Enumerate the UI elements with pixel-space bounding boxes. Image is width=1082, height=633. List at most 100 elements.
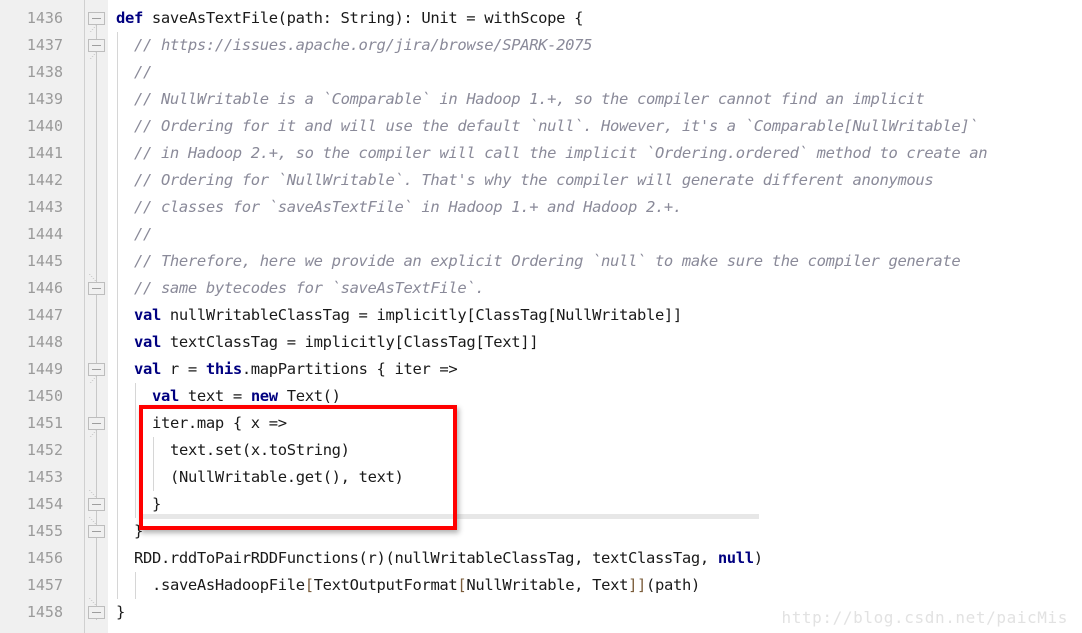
code-keyword: null: [717, 549, 754, 567]
code-text: .saveAsHadoopFile: [152, 576, 305, 594]
line-number: 1440: [26, 117, 63, 135]
line-number: 1439: [26, 90, 63, 108]
code-text: saveAsTextFile(path: String): Unit = wit…: [142, 9, 584, 27]
code-line[interactable]: RDD.rddToPairRDDFunctions(r)(nullWritabl…: [108, 545, 1082, 572]
indent-guide: [135, 572, 136, 599]
code-text: text =: [178, 387, 251, 405]
fold-marker-1436[interactable]: [88, 12, 105, 25]
line-number: 1458: [26, 603, 63, 621]
code-comment: //: [134, 63, 152, 81]
code-line[interactable]: val nullWritableClassTag = implicitly[Cl…: [108, 302, 1082, 329]
code-keyword: val: [134, 306, 161, 324]
fold-marker-1437[interactable]: [88, 39, 105, 52]
indent-guide: [117, 32, 118, 599]
code-text: NullWritable, Text: [466, 576, 629, 594]
line-number: 1449: [26, 360, 63, 378]
code-text: TextOutputFormat: [313, 576, 458, 594]
code-line[interactable]: // NullWritable is a `Comparable` in Had…: [108, 86, 1082, 113]
chevron-down-icon: [88, 430, 105, 438]
indent-guide: [135, 383, 136, 518]
code-keyword: val: [152, 387, 179, 405]
code-comment: // same bytecodes for `saveAsTextFile`.: [134, 279, 485, 297]
code-keyword: def: [116, 9, 143, 27]
chevron-down-icon: [88, 52, 105, 60]
code-comment: // Ordering for `NullWritable`. That's w…: [134, 171, 934, 189]
code-line[interactable]: // same bytecodes for `saveAsTextFile`.: [108, 275, 1082, 302]
fold-marker-1449[interactable]: [88, 363, 105, 376]
code-text: }: [116, 603, 125, 621]
watermark-text: http://blog.csdn.net/paicMis: [781, 608, 1068, 627]
code-line[interactable]: }: [108, 518, 1082, 545]
fold-marker-1446[interactable]: [88, 282, 105, 295]
code-line[interactable]: // Therefore, here we provide an explici…: [108, 248, 1082, 275]
code-text: iter.map { x =>: [152, 414, 287, 432]
code-text: (path): [646, 576, 700, 594]
code-line[interactable]: text.set(x.toString): [108, 437, 1082, 464]
code-comment: // Therefore, here we provide an explici…: [134, 252, 961, 270]
fold-marker-1451[interactable]: [88, 417, 105, 430]
code-text: r =: [160, 360, 206, 378]
code-comment: // classes for `saveAsTextFile` in Hadoo…: [134, 198, 682, 216]
code-text: .mapPartitions { iter =>: [241, 360, 458, 378]
line-number: 1447: [26, 306, 63, 324]
code-bracket: ]]: [628, 576, 647, 594]
code-keyword: val: [134, 360, 161, 378]
code-keyword: val: [134, 333, 161, 351]
chevron-up-icon: [88, 598, 105, 606]
chevron-up-icon: [88, 274, 105, 282]
code-comment: // NullWritable is a `Comparable` in Had…: [134, 90, 925, 108]
code-text: nullWritableClassTag = implicitly[ClassT…: [160, 306, 682, 324]
line-number: 1448: [26, 333, 63, 351]
code-line[interactable]: val r = this.mapPartitions { iter =>: [108, 356, 1082, 383]
chevron-down-icon: [88, 376, 105, 384]
code-folding-strip[interactable]: [85, 0, 108, 633]
fold-marker-1455[interactable]: [88, 525, 105, 538]
line-number: 1438: [26, 63, 63, 81]
code-line[interactable]: // classes for `saveAsTextFile` in Hadoo…: [108, 194, 1082, 221]
line-number: 1457: [26, 576, 63, 594]
editor-gutter[interactable]: 1436 1437 1438 1439 1440 1441 1442 1443 1444 1445…: [0, 0, 108, 633]
fold-marker-1458[interactable]: [88, 606, 105, 619]
line-number: 1444: [26, 225, 63, 243]
line-number: 1436: [26, 9, 63, 27]
code-keyword: this: [205, 360, 242, 378]
code-text: textClassTag = implicitly[ClassTag[Text]…: [160, 333, 539, 351]
line-number: 1437: [26, 36, 63, 54]
code-bracket: [: [304, 576, 314, 594]
code-content-area[interactable]: def saveAsTextFile(path: String): Unit =…: [108, 0, 1082, 633]
code-line[interactable]: // Ordering for `NullWritable`. That's w…: [108, 167, 1082, 194]
line-number: 1450: [26, 387, 63, 405]
code-line[interactable]: val textClassTag = implicitly[ClassTag[T…: [108, 329, 1082, 356]
code-comment: //: [134, 225, 152, 243]
code-keyword: new: [250, 387, 278, 405]
code-line[interactable]: def saveAsTextFile(path: String): Unit =…: [108, 5, 1082, 32]
line-number: 1441: [26, 144, 63, 162]
line-number: 1454: [26, 495, 63, 513]
code-line[interactable]: // https://issues.apache.org/jira/browse…: [108, 32, 1082, 59]
line-number: 1453: [26, 468, 63, 486]
code-editor[interactable]: 1436 1437 1438 1439 1440 1441 1442 1443 1444 1445…: [0, 0, 1082, 633]
code-text: ): [753, 549, 763, 567]
code-text: text.set(x.toString): [170, 441, 350, 459]
line-number: 1443: [26, 198, 63, 216]
code-line[interactable]: // in Hadoop 2.+, so the compiler will c…: [108, 140, 1082, 167]
code-text: (NullWritable.get(), text): [170, 468, 404, 486]
line-number: 1446: [26, 279, 63, 297]
code-line[interactable]: //: [108, 221, 1082, 248]
line-number: 1451: [26, 414, 63, 432]
code-line[interactable]: val text = new Text(): [108, 383, 1082, 410]
line-number: 1455: [26, 522, 63, 540]
code-text: Text(): [277, 387, 341, 405]
code-line[interactable]: (NullWritable.get(), text): [108, 464, 1082, 491]
code-line[interactable]: .saveAsHadoopFile[TextOutputFormat[NullW…: [108, 572, 1082, 599]
chevron-up-icon: [88, 517, 105, 525]
code-line[interactable]: //: [108, 59, 1082, 86]
selection-remnant: [139, 514, 759, 519]
fold-marker-1454[interactable]: [88, 498, 105, 511]
code-line[interactable]: // Ordering for it and will use the defa…: [108, 113, 1082, 140]
chevron-up-icon: [88, 490, 105, 498]
code-comment: // in Hadoop 2.+, so the compiler will c…: [134, 144, 988, 162]
code-line[interactable]: iter.map { x =>: [108, 410, 1082, 437]
line-number: 1445: [26, 252, 63, 270]
chevron-down-icon: [88, 25, 105, 33]
